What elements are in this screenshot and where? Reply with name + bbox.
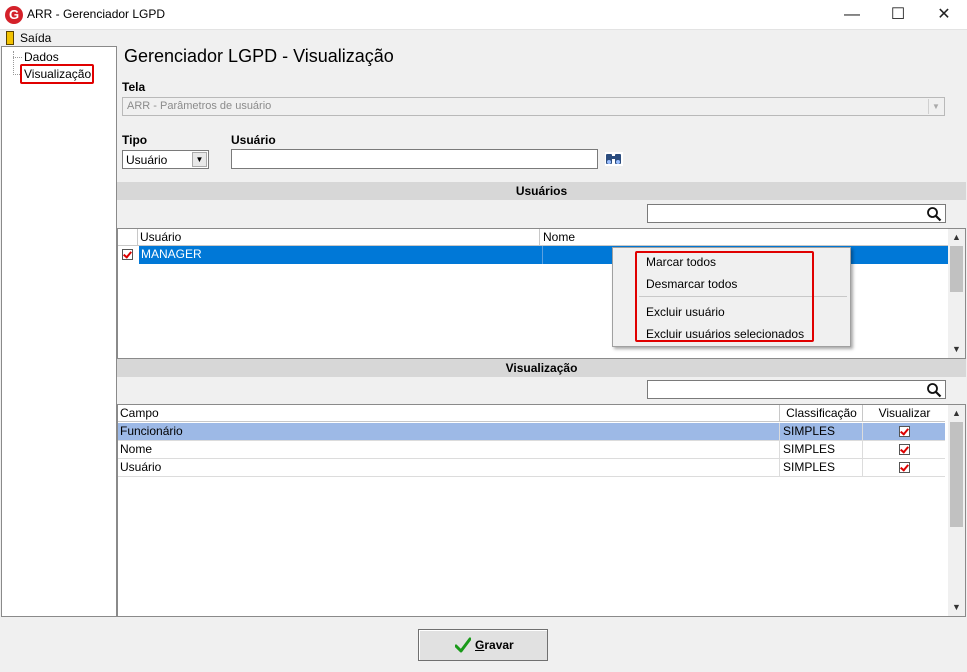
- scroll-thumb[interactable]: [950, 246, 963, 292]
- title-bar: G ARR - Gerenciador LGPD — ☐ ✕: [0, 0, 967, 30]
- usuarios-scrollbar[interactable]: ▲ ▼: [948, 229, 965, 358]
- visualizar-checkbox[interactable]: [899, 462, 910, 473]
- usuario-label: Usuário: [231, 133, 276, 147]
- visualizacao-search-input[interactable]: [647, 380, 946, 399]
- table-row[interactable]: Nome SIMPLES: [118, 441, 945, 459]
- cell-campo: Funcionário: [118, 423, 780, 441]
- checkmark-icon: [455, 637, 471, 653]
- context-menu: Marcar todos Desmarcar todos Excluir usu…: [612, 247, 851, 347]
- cell-visualizar: [864, 459, 945, 477]
- chevron-down-icon[interactable]: ▼: [928, 99, 943, 114]
- visualizacao-grid-header: Campo Classificação Visualizar: [118, 405, 945, 422]
- tela-select[interactable]: ARR - Parâmetros de usuário ▼: [122, 97, 945, 116]
- visualizar-checkbox[interactable]: [899, 444, 910, 455]
- column-header-campo[interactable]: Campo: [120, 405, 780, 422]
- cell-usuario: MANAGER: [139, 246, 542, 264]
- cell-classificacao: SIMPLES: [781, 423, 863, 441]
- cell-visualizar: [864, 441, 945, 459]
- checkbox-column-header: [118, 229, 138, 246]
- tree-connector: [13, 57, 22, 58]
- cell-visualizar: [864, 423, 945, 441]
- visualizacao-grid: Campo Classificação Visualizar Funcionár…: [117, 404, 966, 617]
- usuarios-section-header: Usuários: [117, 182, 966, 200]
- tipo-select-value: Usuário: [126, 153, 168, 167]
- red-highlight-box: [635, 251, 814, 342]
- navigation-tree: Dados Visualização: [1, 46, 117, 617]
- search-icon[interactable]: [926, 206, 942, 222]
- close-button[interactable]: ✕: [921, 0, 967, 30]
- column-header-usuario[interactable]: Usuário: [140, 229, 540, 246]
- chevron-down-icon[interactable]: ▼: [192, 152, 207, 167]
- cell-classificacao: SIMPLES: [781, 459, 863, 477]
- window-title: ARR - Gerenciador LGPD: [27, 7, 166, 21]
- column-header-visualizar[interactable]: Visualizar: [864, 405, 945, 422]
- row-checkbox[interactable]: [122, 249, 133, 260]
- scroll-down-icon[interactable]: ▼: [948, 341, 965, 358]
- column-header-classificacao[interactable]: Classificação: [781, 405, 863, 422]
- table-row[interactable]: Funcionário SIMPLES: [118, 423, 945, 441]
- tree-item-dados[interactable]: Dados: [24, 50, 59, 64]
- page-title: Gerenciador LGPD - Visualização: [124, 46, 394, 66]
- app-logo-icon: G: [5, 6, 23, 24]
- tela-select-value: ARR - Parâmetros de usuário: [127, 100, 272, 112]
- scroll-down-icon[interactable]: ▼: [948, 599, 965, 616]
- exit-door-icon: [6, 31, 14, 45]
- tree-connector: [13, 51, 14, 75]
- scroll-thumb[interactable]: [950, 422, 963, 527]
- tipo-label: Tipo: [122, 133, 148, 147]
- minimize-button[interactable]: —: [829, 0, 875, 30]
- table-row[interactable]: Usuário SIMPLES: [118, 459, 945, 477]
- visualizar-checkbox[interactable]: [899, 426, 910, 437]
- gravar-button[interactable]: Gravar: [418, 629, 548, 661]
- visualizacao-scrollbar[interactable]: ▲ ▼: [948, 405, 965, 616]
- tela-label: Tela: [122, 80, 146, 94]
- usuarios-search-input[interactable]: [647, 204, 946, 223]
- tipo-select[interactable]: Usuário ▼: [122, 150, 209, 169]
- cell-campo: Usuário: [118, 459, 780, 477]
- menu-item-saida[interactable]: Saída: [20, 31, 51, 45]
- gravar-label: Gravar: [475, 638, 514, 652]
- scroll-up-icon[interactable]: ▲: [948, 229, 965, 246]
- menu-bar: Saída: [0, 30, 967, 46]
- scroll-up-icon[interactable]: ▲: [948, 405, 965, 422]
- cell-classificacao: SIMPLES: [781, 441, 863, 459]
- maximize-button[interactable]: ☐: [875, 0, 921, 30]
- red-highlight-box: [20, 64, 94, 84]
- search-icon[interactable]: [926, 382, 942, 398]
- column-header-nome[interactable]: Nome: [543, 229, 843, 246]
- usuarios-grid-header: Usuário Nome: [118, 229, 949, 246]
- usuario-input[interactable]: [231, 149, 598, 169]
- cell-campo: Nome: [118, 441, 780, 459]
- binoculars-search-icon[interactable]: [605, 152, 623, 166]
- row-checkbox-cell: [118, 246, 138, 264]
- visualizacao-section-header: Visualização: [117, 359, 966, 377]
